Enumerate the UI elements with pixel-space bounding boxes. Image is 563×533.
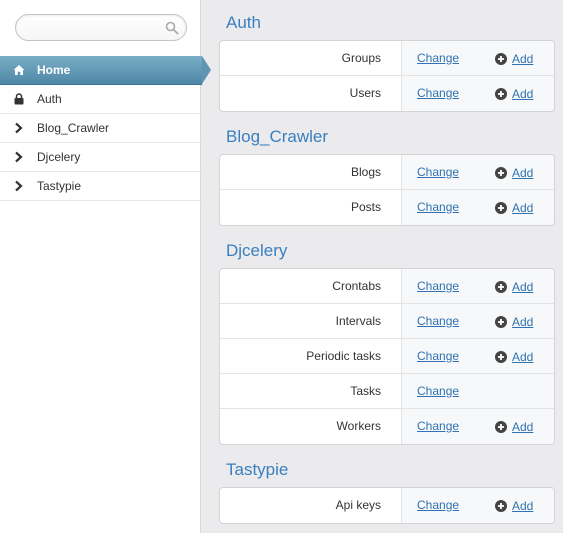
module-table: Groups Change Add Users Change Add <box>219 40 555 112</box>
sidebar-item-auth[interactable]: Auth <box>0 85 201 114</box>
model-name[interactable]: Workers <box>220 409 401 444</box>
model-name[interactable]: Users <box>220 76 401 111</box>
change-link[interactable]: Change <box>417 339 459 374</box>
module-auth: Auth Groups Change Add Users Change Add <box>219 11 555 112</box>
plus-circle-icon <box>495 280 507 293</box>
search-input[interactable] <box>26 19 166 37</box>
table-row: Intervals Change Add <box>220 304 554 339</box>
model-name[interactable]: Posts <box>220 190 401 225</box>
table-row: Blogs Change Add <box>220 155 554 190</box>
search-icon[interactable] <box>165 21 179 35</box>
module-table: Api keys Change Add <box>219 487 555 524</box>
model-name[interactable]: Intervals <box>220 304 401 338</box>
table-row: Users Change Add <box>220 76 554 111</box>
add-label: Add <box>512 165 534 180</box>
add-label: Add <box>512 86 534 101</box>
home-icon <box>13 64 25 76</box>
row-actions: Change Add <box>401 190 554 225</box>
model-name[interactable]: Groups <box>220 41 401 75</box>
change-link[interactable]: Change <box>417 41 459 76</box>
add-link[interactable]: Add <box>495 269 533 304</box>
model-name[interactable]: Api keys <box>220 488 401 523</box>
row-actions: Change Add <box>401 155 554 189</box>
add-label: Add <box>512 349 534 364</box>
plus-circle-icon <box>495 315 507 328</box>
sidebar: Home Auth Blog_Crawler Djcelery Tastypie <box>0 0 211 533</box>
row-actions: Change Add <box>401 76 554 111</box>
sidebar-item-djcelery[interactable]: Djcelery <box>0 143 201 172</box>
plus-circle-icon <box>495 166 507 179</box>
change-link[interactable]: Change <box>417 374 459 409</box>
row-actions: Change Add <box>401 409 554 444</box>
sidebar-item-home[interactable]: Home <box>0 56 211 85</box>
sidebar-item-label: Djcelery <box>37 150 81 164</box>
plus-circle-icon <box>495 499 507 512</box>
model-name[interactable]: Periodic tasks <box>220 339 401 373</box>
add-link[interactable]: Add <box>495 190 533 225</box>
change-link[interactable]: Change <box>417 155 459 190</box>
sidebar-item-blog-crawler[interactable]: Blog_Crawler <box>0 114 201 143</box>
row-actions: Change Add <box>401 488 554 523</box>
module-table: Blogs Change Add Posts Change Add <box>219 154 555 226</box>
change-link[interactable]: Change <box>417 76 459 111</box>
add-label: Add <box>512 279 534 294</box>
sidebar-item-label: Home <box>37 63 71 77</box>
change-link[interactable]: Change <box>417 190 459 225</box>
add-link[interactable]: Add <box>495 304 533 339</box>
module-title[interactable]: Blog_Crawler <box>219 125 555 149</box>
chevron-right-icon <box>13 180 25 192</box>
module-title[interactable]: Tastypie <box>219 458 555 482</box>
add-link[interactable]: Add <box>495 488 533 523</box>
change-link[interactable]: Change <box>417 269 459 304</box>
plus-circle-icon <box>495 420 507 433</box>
chevron-right-icon <box>13 151 25 163</box>
table-row: Groups Change Add <box>220 41 554 76</box>
module-table: Crontabs Change Add Intervals Change Add <box>219 268 555 445</box>
add-link[interactable]: Add <box>495 409 533 444</box>
add-link[interactable]: Add <box>495 76 533 111</box>
add-link[interactable]: Add <box>495 155 533 190</box>
module-djcelery: Djcelery Crontabs Change Add Intervals C… <box>219 239 555 445</box>
table-row: Crontabs Change Add <box>220 269 554 304</box>
model-name[interactable]: Crontabs <box>220 269 401 303</box>
module-title[interactable]: Auth <box>219 11 555 35</box>
search-box[interactable] <box>15 14 187 41</box>
sidebar-item-tastypie[interactable]: Tastypie <box>0 172 201 201</box>
table-row: Periodic tasks Change Add <box>220 339 554 374</box>
row-actions: Change Add <box>401 339 554 373</box>
sidebar-item-label: Auth <box>37 92 62 106</box>
row-actions: Change <box>401 374 554 408</box>
change-link[interactable]: Change <box>417 409 459 444</box>
model-name[interactable]: Tasks <box>220 374 401 408</box>
sidebar-nav: Home Auth Blog_Crawler Djcelery Tastypie <box>0 56 211 201</box>
add-link[interactable]: Add <box>495 41 533 76</box>
table-row: Posts Change Add <box>220 190 554 225</box>
add-label: Add <box>512 200 534 215</box>
lock-icon <box>13 93 25 105</box>
change-link[interactable]: Change <box>417 304 459 339</box>
add-label: Add <box>512 498 534 513</box>
module-title[interactable]: Djcelery <box>219 239 555 263</box>
table-row: Workers Change Add <box>220 409 554 444</box>
add-link[interactable]: Add <box>495 339 533 374</box>
module-tastypie: Tastypie Api keys Change Add <box>219 458 555 524</box>
module-blog-crawler: Blog_Crawler Blogs Change Add Posts Chan… <box>219 125 555 226</box>
plus-circle-icon <box>495 87 507 100</box>
model-name[interactable]: Blogs <box>220 155 401 189</box>
sidebar-item-label: Tastypie <box>37 179 82 193</box>
row-actions: Change Add <box>401 269 554 303</box>
row-actions: Change Add <box>401 304 554 338</box>
add-label: Add <box>512 51 534 66</box>
table-row: Api keys Change Add <box>220 488 554 523</box>
change-link[interactable]: Change <box>417 488 459 523</box>
plus-circle-icon <box>495 350 507 363</box>
plus-circle-icon <box>495 201 507 214</box>
chevron-right-icon <box>13 122 25 134</box>
plus-circle-icon <box>495 52 507 65</box>
row-actions: Change Add <box>401 41 554 75</box>
table-row: Tasks Change <box>220 374 554 409</box>
add-label: Add <box>512 419 534 434</box>
sidebar-item-label: Blog_Crawler <box>37 121 110 135</box>
add-label: Add <box>512 314 534 329</box>
